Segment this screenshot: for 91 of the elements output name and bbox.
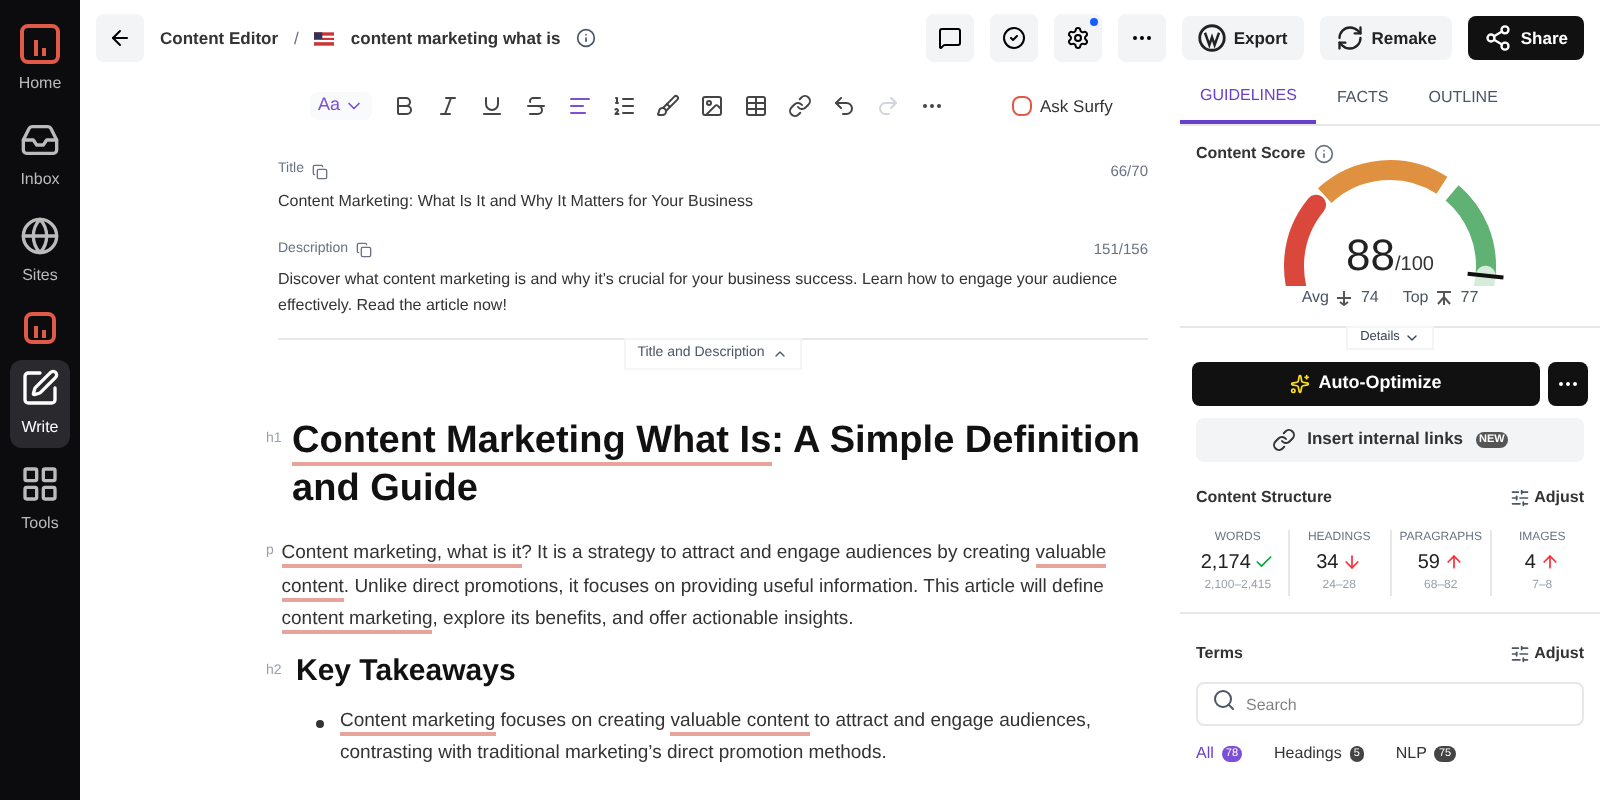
keyword-title: content marketing what is: [350, 25, 561, 51]
ask-surfy-button[interactable]: Ask Surfy: [1012, 93, 1113, 119]
section-heading: Key Takeaways: [296, 651, 516, 691]
top-label: Top: [1402, 286, 1429, 310]
info-icon: [1313, 144, 1334, 164]
share-icon: [1484, 24, 1513, 52]
globe-icon: [20, 216, 60, 256]
arrow-down-icon: [1342, 552, 1363, 573]
more-button[interactable]: [1548, 361, 1588, 406]
average-icon: [1336, 290, 1353, 306]
section-title: Terms: [1196, 641, 1245, 666]
link-icon: [1271, 427, 1296, 452]
panel-tab[interactable]: FACTS: [1316, 76, 1409, 124]
list-icon[interactable]: [612, 94, 637, 118]
adjust-link[interactable]: Adjust: [1534, 641, 1584, 666]
italic-icon[interactable]: [436, 94, 461, 118]
align-icon[interactable]: [568, 94, 593, 118]
brush-icon[interactable]: [656, 94, 681, 118]
metric-value: 2,174: [1200, 549, 1251, 578]
settings-icon: [1065, 26, 1090, 50]
sliders-icon[interactable]: [1510, 643, 1531, 664]
logo-icon: [20, 24, 60, 64]
back-button[interactable]: [96, 14, 144, 62]
comment-icon: [937, 26, 962, 50]
sidebar-item[interactable]: Write: [10, 360, 70, 448]
sidebar-item[interactable]: Sites: [10, 208, 70, 296]
info-icon: [576, 28, 597, 48]
sliders-icon[interactable]: [1510, 487, 1531, 508]
write-icon: [20, 368, 60, 408]
bullet-icon: [316, 719, 324, 727]
image-icon[interactable]: [700, 94, 725, 118]
refresh-icon: [1335, 24, 1364, 52]
metric-value: 59: [1417, 549, 1440, 578]
arrow-up-icon: [1539, 552, 1560, 573]
section-title: Content Score: [1196, 142, 1306, 166]
underline-icon[interactable]: [480, 94, 505, 118]
flag-icon: [314, 31, 335, 45]
check-icon: [1254, 552, 1275, 573]
inbox-icon: [20, 120, 60, 160]
settings-button[interactable]: [1053, 14, 1102, 62]
sparkles-icon: [1290, 373, 1311, 394]
auto-optimize-button[interactable]: Auto-Optimize: [1192, 361, 1540, 406]
sidebar-label: Write: [21, 416, 59, 440]
top-score: 77: [1460, 286, 1479, 310]
sidebar-label: Sites: [22, 264, 58, 288]
sidebar-item[interactable]: Inbox: [10, 112, 70, 200]
check-button[interactable]: [989, 14, 1038, 62]
comment-button[interactable]: [925, 14, 974, 62]
paragraph: Content marketing, what is it? It is a strategy to attract and engage audiences by creating valuable content. Unlike direct promotions, it focuses on providing useful information. This article will define content marketing, explore its benefits, and offer actionable insights.: [281, 540, 1109, 637]
metric-value: 34: [1316, 549, 1339, 578]
site-icon: [24, 312, 56, 344]
back-arrow-icon: [108, 26, 132, 50]
adjust-link[interactable]: Adjust: [1534, 485, 1584, 510]
search-field[interactable]: Search: [1196, 682, 1584, 727]
sidebar-item[interactable]: Tools: [10, 456, 70, 544]
arrow-up-icon: [1443, 552, 1464, 573]
sidebar-item[interactable]: Home: [10, 16, 70, 104]
wordpress-icon: [1197, 24, 1226, 52]
panel-tab[interactable]: OUTLINE: [1408, 76, 1518, 124]
top-icon: [1436, 290, 1453, 306]
document-heading: Content Marketing What Is: A Simple Definition and Guide: [292, 418, 1143, 514]
sidebar-label: Inbox: [20, 168, 60, 192]
panel-tab[interactable]: GUIDELINES: [1180, 76, 1317, 124]
table-icon[interactable]: [744, 94, 769, 118]
section-title: Content Structure: [1196, 485, 1334, 510]
grid-icon: [20, 464, 60, 504]
average-label: Avg: [1301, 286, 1329, 310]
copy-icon[interactable]: [311, 163, 328, 180]
text-style-button[interactable]: Aa: [310, 92, 373, 120]
search-icon: [1212, 687, 1236, 712]
score-value: 88: [1346, 228, 1395, 284]
breadcrumb-link[interactable]: Content Editor: [160, 25, 279, 51]
sidebar-label: Tools: [21, 512, 59, 536]
score-max: /100: [1395, 252, 1434, 280]
copy-icon[interactable]: [356, 241, 373, 258]
check-circle-icon: [1001, 26, 1026, 50]
header-button[interactable]: Remake: [1319, 16, 1453, 60]
strikethrough-icon[interactable]: [524, 94, 549, 118]
list-item: Content marketing focuses on creating valuable content to attract and engage audiences, contrasting with traditional marketing’s direct promotion methods.: [340, 707, 1094, 768]
breadcrumb-separator: /: [294, 25, 299, 51]
assistant-icon: [1012, 96, 1033, 116]
average-score: 74: [1360, 286, 1379, 310]
bold-icon[interactable]: [392, 94, 417, 118]
link-icon[interactable]: [788, 94, 813, 118]
description-field[interactable]: Discover what content marketing is and why it’s crucial for your business success. Learn how to engage your audience effectively. Read the article now!: [278, 265, 1148, 317]
sidebar-label: Home: [18, 72, 62, 96]
header-button[interactable]: Share: [1468, 16, 1584, 60]
header-button[interactable]: Export: [1181, 16, 1304, 60]
metric-value: 4: [1524, 549, 1536, 578]
undo-icon[interactable]: [832, 94, 857, 118]
title-field[interactable]: Content Marketing: What Is It and Why It Matters for Your Business: [278, 190, 1148, 215]
